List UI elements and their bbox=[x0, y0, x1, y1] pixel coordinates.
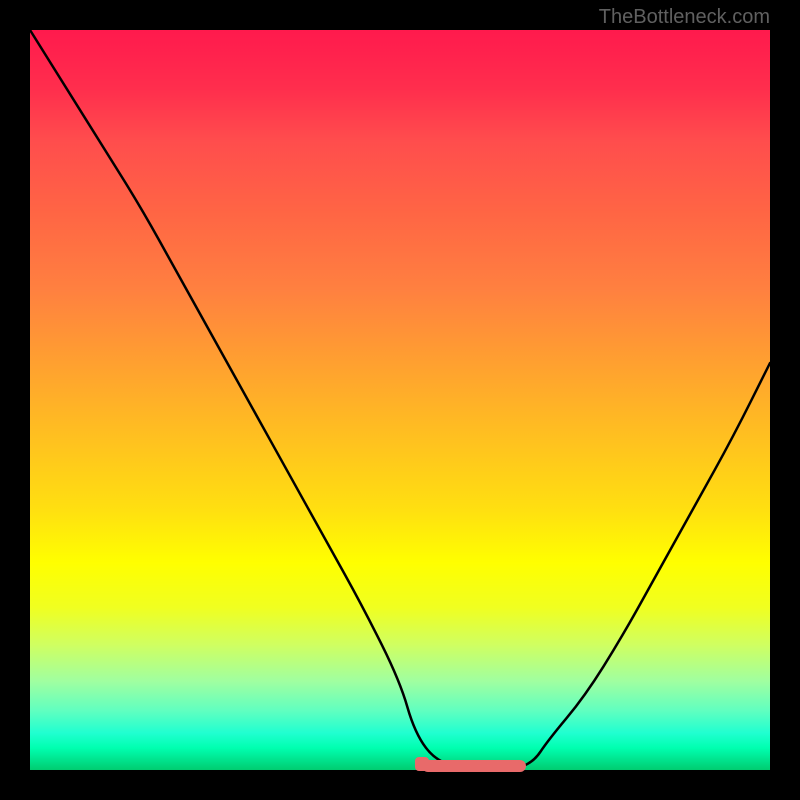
bottleneck-curve-line bbox=[30, 30, 770, 770]
attribution-text: TheBottleneck.com bbox=[599, 6, 770, 29]
optimal-range-bar bbox=[422, 760, 526, 772]
bottleneck-chart: TheBottleneck.com bbox=[0, 0, 800, 800]
curve-svg bbox=[30, 30, 770, 770]
plot-area bbox=[30, 30, 770, 770]
optimal-start-marker bbox=[415, 757, 429, 771]
